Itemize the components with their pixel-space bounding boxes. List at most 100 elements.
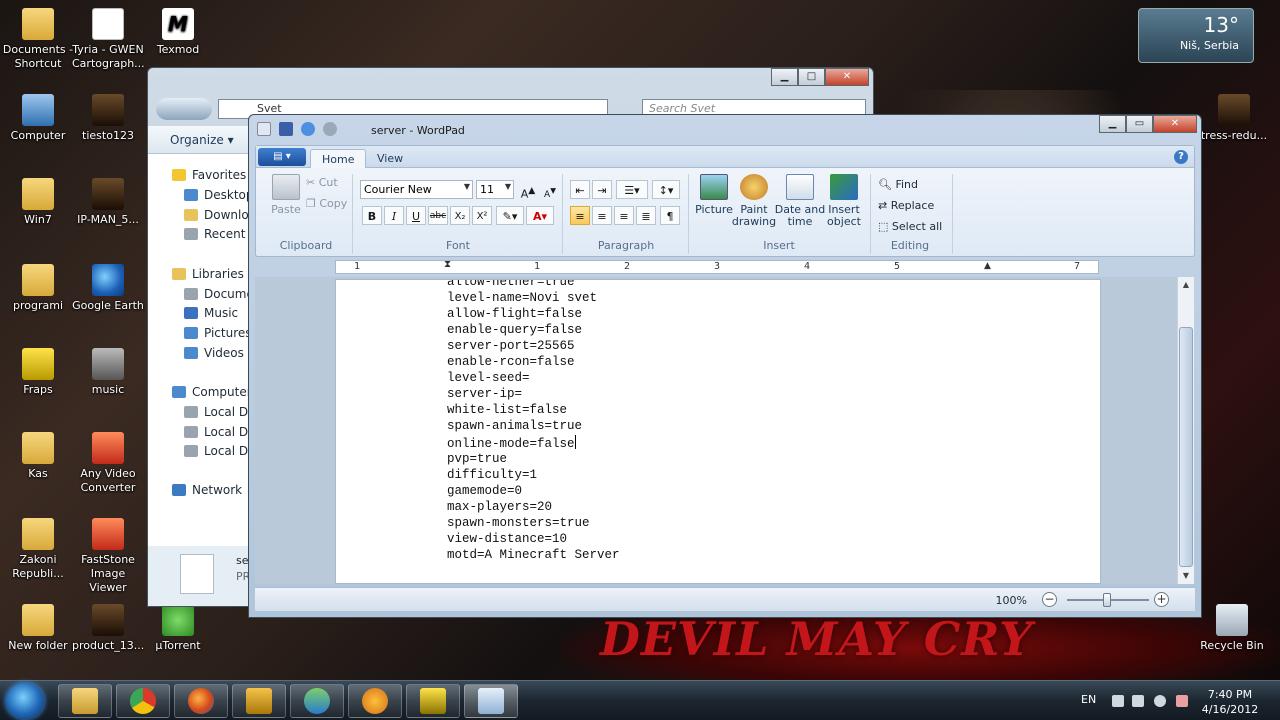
scroll-thumb[interactable] <box>1179 327 1193 567</box>
desktop-icon-product[interactable]: product_13... <box>72 604 144 653</box>
document-line[interactable]: difficulty=1 <box>447 468 620 484</box>
indent-marker-icon[interactable]: ⧗ <box>444 259 451 270</box>
volume-icon[interactable] <box>1154 695 1166 707</box>
document-line[interactable]: server-port=25565 <box>447 339 620 355</box>
text-color-button[interactable]: A▾ <box>526 206 554 225</box>
taskbar-explorer[interactable] <box>58 684 112 718</box>
taskbar-wordpad[interactable] <box>464 684 518 718</box>
replace-button[interactable]: ⇄ Replace <box>878 199 934 212</box>
taskbar-fraps[interactable] <box>406 684 460 718</box>
subscript-button[interactable]: X₂ <box>450 206 470 225</box>
close-button[interactable]: ✕ <box>1153 115 1197 133</box>
select-all-button[interactable]: ⬚ Select all <box>878 220 942 233</box>
redo-icon[interactable] <box>323 122 337 136</box>
document-line[interactable]: online-mode=false <box>447 434 620 453</box>
minimize-button[interactable]: ▁ <box>771 68 798 86</box>
document-line[interactable]: allow-flight=false <box>447 307 620 323</box>
document-line[interactable]: enable-rcon=false <box>447 355 620 371</box>
close-button[interactable]: ✕ <box>825 68 869 86</box>
desktop-icon-music[interactable]: music <box>72 348 144 397</box>
language-indicator[interactable]: EN <box>1081 693 1096 706</box>
desktop-icon-tyria[interactable]: Tyria - GWEN Cartograph... <box>72 8 145 71</box>
document-line[interactable]: motd=A Minecraft Server <box>447 548 620 564</box>
find-button[interactable]: 🔍︎ Find <box>878 178 918 191</box>
desktop-icon-stress-reducer[interactable]: tress-redu... <box>1198 94 1270 143</box>
strikethrough-button[interactable]: abc <box>428 206 448 225</box>
font-size-select[interactable]: 11 ▼ <box>476 180 514 199</box>
nav-item-favorites[interactable]: Favorites <box>172 168 246 182</box>
desktop-icon-programi[interactable]: programi <box>2 264 74 313</box>
nav-item-network[interactable]: Network <box>172 483 242 497</box>
decrease-indent-button[interactable]: ⇤ <box>570 180 590 199</box>
line-spacing-button[interactable]: ↕▾ <box>652 180 680 199</box>
paragraph-button[interactable]: ¶ <box>660 206 680 225</box>
nav-item-videos[interactable]: Videos <box>184 346 244 360</box>
document-line[interactable]: allow-nether=true <box>447 280 620 291</box>
taskbar-chrome[interactable] <box>116 684 170 718</box>
underline-button[interactable]: U <box>406 206 426 225</box>
document-line[interactable]: gamemode=0 <box>447 484 620 500</box>
tab-home[interactable]: Home <box>310 149 367 168</box>
italic-button[interactable]: I <box>384 206 404 225</box>
desktop-icon-win7[interactable]: Win7 <box>2 178 74 227</box>
minimize-button[interactable]: ▁ <box>1099 115 1126 133</box>
zoom-in-button[interactable]: + <box>1154 592 1169 607</box>
desktop-icon-new-folder[interactable]: New folder <box>2 604 74 653</box>
wordpad-titlebar[interactable]: server - WordPad ▁ ▭ ✕ <box>249 115 1201 143</box>
highlight-color-button[interactable]: ✎▾ <box>496 206 524 225</box>
desktop-icon-computer[interactable]: Computer <box>2 94 74 143</box>
bullets-button[interactable]: ☰▾ <box>616 180 648 199</box>
nav-item-pictures[interactable]: Pictures <box>184 326 252 340</box>
zoom-out-button[interactable]: − <box>1042 592 1057 607</box>
desktop-icon-any-video-converter[interactable]: Any Video Converter <box>72 432 144 495</box>
help-icon[interactable]: ? <box>1174 150 1188 164</box>
show-hidden-icons-icon[interactable] <box>1112 695 1124 707</box>
vertical-scrollbar[interactable]: ▲ ▼ <box>1177 277 1194 584</box>
document-line[interactable]: level-name=Novi svet <box>447 291 620 307</box>
desktop-icon-documents-shortcut[interactable]: Documents - Shortcut <box>2 8 74 71</box>
document-line[interactable]: pvp=true <box>447 452 620 468</box>
justify-button[interactable]: ≣ <box>636 206 656 225</box>
bold-button[interactable]: B <box>362 206 382 225</box>
nav-item-computer[interactable]: Computer <box>172 385 252 399</box>
desktop-icon-ipman[interactable]: IP-MAN_5... <box>72 178 144 227</box>
desktop-icon-faststone[interactable]: FastStone Image Viewer <box>72 518 144 595</box>
shrink-font-button[interactable]: A▼ <box>540 180 560 200</box>
taskbar-winamp[interactable] <box>232 684 286 718</box>
document-text[interactable]: allow-nether=true level-name=Novi svet all… <box>447 280 620 564</box>
copy-button[interactable]: ❐ Copy <box>306 197 347 210</box>
document-line[interactable]: view-distance=10 <box>447 532 620 548</box>
desktop-icon-kas[interactable]: Kas <box>2 432 74 481</box>
maximize-button[interactable]: ▭ <box>1126 115 1153 133</box>
font-family-select[interactable]: Courier New ▼ <box>360 180 473 199</box>
zoom-slider-thumb[interactable] <box>1103 593 1111 607</box>
action-center-icon[interactable] <box>1176 695 1188 707</box>
document-line[interactable]: enable-query=false <box>447 323 620 339</box>
scroll-down-icon[interactable]: ▼ <box>1178 568 1194 584</box>
document-line[interactable]: spawn-monsters=true <box>447 516 620 532</box>
document-line[interactable]: max-players=20 <box>447 500 620 516</box>
desktop-icon-recycle-bin[interactable]: Recycle Bin <box>1196 604 1268 653</box>
desktop-icon-fraps[interactable]: Fraps <box>2 348 74 397</box>
taskbar-messenger[interactable] <box>290 684 344 718</box>
insert-object-button[interactable]: Insert object <box>816 174 872 228</box>
network-tray-icon[interactable] <box>1132 695 1144 707</box>
undo-icon[interactable] <box>301 122 315 136</box>
start-button[interactable] <box>6 683 44 719</box>
nav-item-desktop[interactable]: Desktop <box>184 188 254 202</box>
nav-item-libraries[interactable]: Libraries <box>172 267 244 281</box>
taskbar-app[interactable] <box>348 684 402 718</box>
document-line[interactable]: server-ip= <box>447 387 620 403</box>
desktop-icon-utorrent[interactable]: µTorrent <box>142 604 214 653</box>
cut-button[interactable]: ✂ Cut <box>306 176 338 189</box>
align-center-button[interactable]: ≡ <box>592 206 612 225</box>
desktop-icon-zakoni[interactable]: Zakoni Republi... <box>2 518 74 581</box>
back-forward-buttons[interactable] <box>156 98 212 120</box>
desktop-icon-tiesto[interactable]: tiesto123 <box>72 94 144 143</box>
file-menu-button[interactable]: ▤ ▾ <box>258 148 306 166</box>
organize-button[interactable]: Organize ▾ <box>170 133 234 147</box>
scroll-up-icon[interactable]: ▲ <box>1178 277 1194 293</box>
wordpad-window[interactable]: server - WordPad ▁ ▭ ✕ ▤ ▾ Home View ? P… <box>248 114 1202 618</box>
weather-gadget[interactable]: 13° Niš, Serbia <box>1138 8 1254 63</box>
grow-font-button[interactable]: A▲ <box>518 180 538 201</box>
